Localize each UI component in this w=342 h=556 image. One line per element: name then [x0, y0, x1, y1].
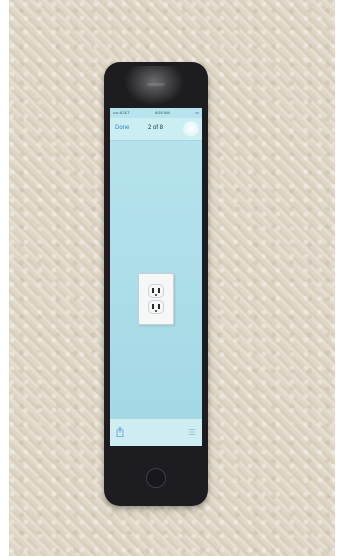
socket-slot [158, 288, 160, 293]
socket-slot [152, 288, 154, 293]
glare-spot [183, 121, 199, 137]
outlet-socket-top [148, 284, 164, 298]
bottom-toolbar [110, 418, 202, 446]
socket-ground-hole [155, 294, 157, 296]
clock-label: 8:59 AM [154, 109, 170, 115]
share-icon[interactable] [116, 427, 124, 437]
outlet-socket-bottom [148, 300, 164, 314]
status-bar: •••• AT&T 8:59 AM ▭ [110, 108, 202, 116]
carrier-label: •••• AT&T [113, 109, 130, 115]
navigation-bar: Done 2 of 8 [110, 118, 202, 141]
battery-icon: ▭ [195, 109, 199, 115]
phone-earpiece [147, 83, 165, 86]
home-button[interactable] [146, 468, 166, 488]
list-icon[interactable] [188, 428, 196, 436]
socket-slot [152, 304, 154, 309]
socket-ground-hole [155, 310, 157, 312]
outlet-photo[interactable] [138, 273, 174, 325]
phone-screen: •••• AT&T 8:59 AM ▭ Done 2 of 8 [110, 108, 202, 446]
photo-counter-title: 2 of 8 [148, 125, 164, 131]
done-button[interactable]: Done [115, 125, 129, 131]
carpet-stain [226, 100, 240, 120]
socket-slot [158, 304, 160, 309]
